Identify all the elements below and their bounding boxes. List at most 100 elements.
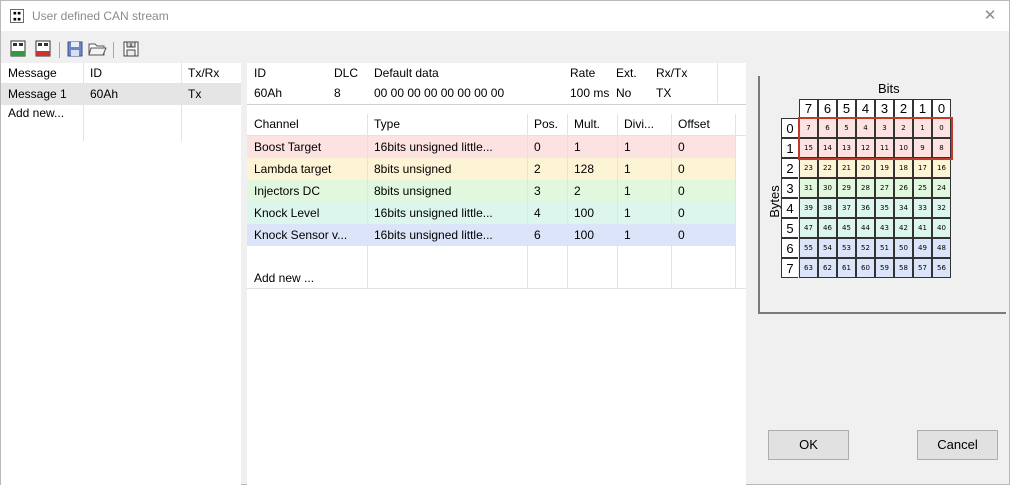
bit-cell[interactable]: 56: [932, 258, 951, 278]
cancel-button[interactable]: Cancel: [917, 430, 998, 460]
bit-cell[interactable]: 8: [932, 138, 951, 158]
bit-cell[interactable]: 7: [799, 118, 818, 138]
bit-cell[interactable]: 12: [856, 138, 875, 158]
bit-cell[interactable]: 57: [913, 258, 932, 278]
bit-cell[interactable]: 52: [856, 238, 875, 258]
bit-cell[interactable]: 10: [894, 138, 913, 158]
save-icon[interactable]: [65, 39, 85, 59]
bit-cell[interactable]: 28: [856, 178, 875, 198]
channel-header-pos[interactable]: Pos.: [527, 114, 567, 134]
add-new-channel[interactable]: Add new ...: [247, 268, 367, 288]
bit-cell[interactable]: 25: [913, 178, 932, 198]
col-header-txrx[interactable]: Tx/Rx: [181, 63, 241, 83]
bit-cell[interactable]: 21: [837, 158, 856, 178]
bit-cell[interactable]: 58: [894, 258, 913, 278]
table-row[interactable]: Injectors DC 8bits unsigned 3 2 1 0: [247, 180, 735, 202]
bit-cell[interactable]: 9: [913, 138, 932, 158]
channel-header-mult[interactable]: Mult.: [567, 114, 617, 134]
bit-cell[interactable]: 22: [818, 158, 837, 178]
bit-cell[interactable]: 51: [875, 238, 894, 258]
channel-header-type[interactable]: Type: [367, 114, 527, 134]
detail-id[interactable]: 60Ah: [247, 83, 327, 103]
table-row[interactable]: Boost Target 16bits unsigned little... 0 1 1…: [247, 136, 735, 158]
detail-default-data[interactable]: 00 00 00 00 00 00 00 00: [367, 83, 563, 103]
bit-cell[interactable]: 6: [818, 118, 837, 138]
bit-cell[interactable]: 19: [875, 158, 894, 178]
bit-cell[interactable]: 59: [875, 258, 894, 278]
table-row[interactable]: Lambda target 8bits unsigned 2 128 1 0: [247, 158, 735, 180]
bit-cell[interactable]: 35: [875, 198, 894, 218]
bit-cell[interactable]: 23: [799, 158, 818, 178]
table-row[interactable]: Message 1 60Ah Tx: [1, 83, 241, 105]
bit-cell[interactable]: 41: [913, 218, 932, 238]
bit-cell[interactable]: 24: [932, 178, 951, 198]
bit-cell[interactable]: 29: [837, 178, 856, 198]
add-message-icon[interactable]: [8, 39, 28, 59]
bit-cell[interactable]: 0: [932, 118, 951, 138]
detail-rate[interactable]: 100 ms: [563, 83, 609, 103]
bit-cell[interactable]: 45: [837, 218, 856, 238]
bit-cell[interactable]: 32: [932, 198, 951, 218]
bit-cell[interactable]: 49: [913, 238, 932, 258]
col-header-id[interactable]: ID: [83, 63, 181, 83]
bit-cell[interactable]: 61: [837, 258, 856, 278]
channel-offset: 0: [678, 206, 685, 220]
channel-header-div[interactable]: Divi...: [617, 114, 671, 134]
detail-ext[interactable]: No: [609, 83, 649, 103]
bit-cell[interactable]: 33: [913, 198, 932, 218]
channel-header-channel[interactable]: Channel: [247, 114, 367, 134]
bit-cell[interactable]: 39: [799, 198, 818, 218]
channel-offset: 0: [678, 140, 685, 154]
close-button[interactable]: ✕: [977, 4, 1003, 28]
bit-cell[interactable]: 50: [894, 238, 913, 258]
bit-cell[interactable]: 26: [894, 178, 913, 198]
bit-cell[interactable]: 55: [799, 238, 818, 258]
bit-cell[interactable]: 62: [818, 258, 837, 278]
bit-cell[interactable]: 31: [799, 178, 818, 198]
open-folder-icon[interactable]: [87, 39, 107, 59]
add-new-message[interactable]: Add new...: [1, 103, 83, 123]
bit-cell[interactable]: 34: [894, 198, 913, 218]
channel-pos: 4: [534, 206, 541, 220]
channel-offset: 0: [678, 162, 685, 176]
bit-cell[interactable]: 18: [894, 158, 913, 178]
bit-cell[interactable]: 63: [799, 258, 818, 278]
bit-cell[interactable]: 30: [818, 178, 837, 198]
bit-cell[interactable]: 53: [837, 238, 856, 258]
bit-cell[interactable]: 43: [875, 218, 894, 238]
bit-cell[interactable]: 44: [856, 218, 875, 238]
table-row[interactable]: Knock Sensor v... 16bits unsigned little.…: [247, 224, 735, 246]
bit-cell[interactable]: 54: [818, 238, 837, 258]
bit-cell[interactable]: 17: [913, 158, 932, 178]
bit-cell[interactable]: 13: [837, 138, 856, 158]
bit-cell[interactable]: 3: [875, 118, 894, 138]
ok-button[interactable]: OK: [768, 430, 849, 460]
bit-cell[interactable]: 40: [932, 218, 951, 238]
col-header-message[interactable]: Message: [1, 63, 83, 83]
bit-cell[interactable]: 11: [875, 138, 894, 158]
bit-cell[interactable]: 14: [818, 138, 837, 158]
bit-cell[interactable]: 47: [799, 218, 818, 238]
export-icon[interactable]: X: [121, 39, 141, 59]
bit-cell[interactable]: 2: [894, 118, 913, 138]
bit-cell[interactable]: 60: [856, 258, 875, 278]
bit-cell[interactable]: 37: [837, 198, 856, 218]
bit-cell[interactable]: 4: [856, 118, 875, 138]
bit-cell[interactable]: 42: [894, 218, 913, 238]
bit-cell[interactable]: 15: [799, 138, 818, 158]
channel-header-offset[interactable]: Offset: [671, 114, 735, 134]
bit-cell[interactable]: 5: [837, 118, 856, 138]
bit-cell[interactable]: 27: [875, 178, 894, 198]
bit-cell[interactable]: 36: [856, 198, 875, 218]
bit-cell[interactable]: 16: [932, 158, 951, 178]
detail-dlc[interactable]: 8: [327, 83, 367, 103]
bit-cell[interactable]: 1: [913, 118, 932, 138]
bit-cell[interactable]: 48: [932, 238, 951, 258]
bit-cell[interactable]: 38: [818, 198, 837, 218]
detail-rxtx[interactable]: TX: [649, 83, 717, 103]
remove-message-icon[interactable]: [33, 39, 53, 59]
toolbar-separator: [59, 42, 60, 58]
table-row[interactable]: Knock Level 16bits unsigned little... 4 100…: [247, 202, 735, 224]
bit-cell[interactable]: 46: [818, 218, 837, 238]
bit-cell[interactable]: 20: [856, 158, 875, 178]
